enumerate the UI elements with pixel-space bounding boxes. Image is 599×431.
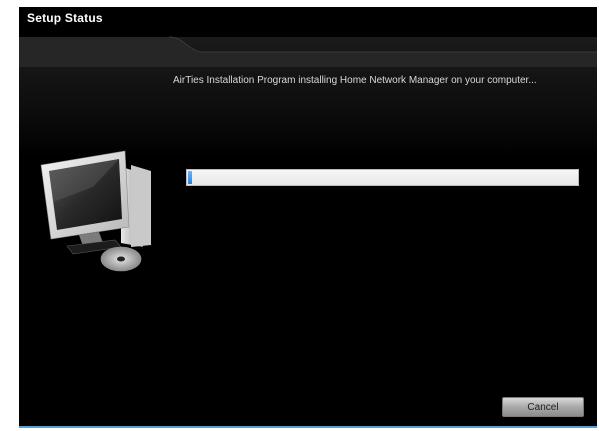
install-progress-fill — [188, 171, 192, 184]
window-title: Setup Status — [27, 11, 103, 25]
install-progress-bar — [186, 169, 579, 186]
setup-status-window: Setup Status AirTies Installation Progra… — [19, 7, 597, 426]
computer-with-disc-icon — [40, 150, 151, 272]
header-curve — [19, 7, 597, 69]
status-message: AirTies Installation Program installing … — [173, 75, 537, 86]
window-bottom-border — [19, 426, 597, 428]
cancel-button[interactable]: Cancel — [502, 397, 584, 417]
